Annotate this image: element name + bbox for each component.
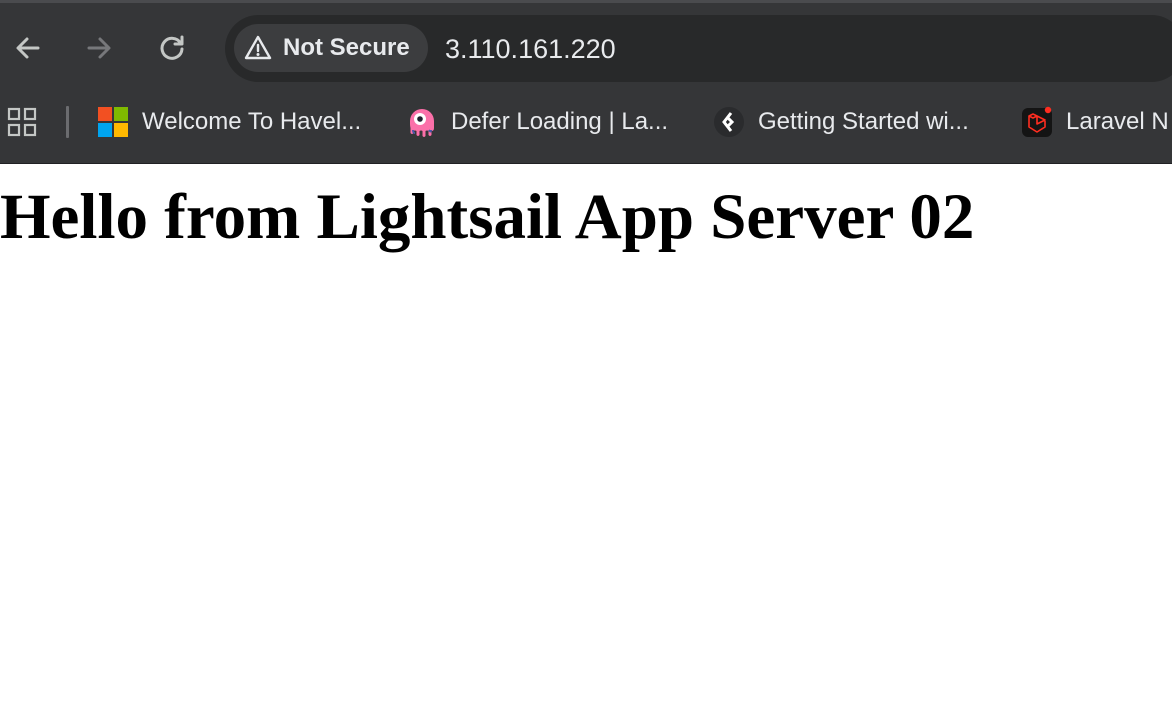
browser-toolbar: Not Secure 3.110.161.220 Welcome To Have… xyxy=(0,0,1172,164)
bookmarks-bar: Welcome To Havel... Defer Loading | La..… xyxy=(0,92,1172,152)
page-heading: Hello from Lightsail App Server 02 xyxy=(0,181,975,253)
bookmark-item-getting-started[interactable]: Getting Started wi... xyxy=(713,102,969,142)
security-chip[interactable]: Not Secure xyxy=(234,24,428,72)
bookmark-label: Laravel N xyxy=(1066,108,1169,135)
warning-triangle-icon xyxy=(244,35,272,60)
microsoft-logo-icon xyxy=(98,107,128,137)
bookmarks-divider xyxy=(66,106,69,138)
tab-strip-edge xyxy=(0,0,1172,3)
reload-icon xyxy=(160,35,184,60)
diamond-chevron-icon xyxy=(714,107,744,137)
bookmark-item-havel[interactable]: Welcome To Havel... xyxy=(97,102,361,142)
bookmark-item-laravel[interactable]: Laravel N xyxy=(1021,102,1169,142)
livewire-logo-icon xyxy=(410,109,434,137)
bookmark-label: Welcome To Havel... xyxy=(142,108,362,135)
back-button[interactable] xyxy=(10,30,46,66)
url-text[interactable]: 3.110.161.220 xyxy=(445,33,616,65)
reload-button[interactable] xyxy=(154,30,190,66)
address-bar[interactable]: Not Secure 3.110.161.220 xyxy=(225,15,1172,82)
arrow-left-icon xyxy=(16,37,40,59)
bookmark-label: Getting Started wi... xyxy=(758,108,969,135)
laravel-logo-icon xyxy=(1022,106,1052,137)
security-label: Not Secure xyxy=(283,34,410,61)
forward-button[interactable] xyxy=(81,30,117,66)
bookmark-label: Defer Loading | La... xyxy=(451,108,669,135)
arrow-right-icon xyxy=(87,37,111,59)
bookmark-item-defer-loading[interactable]: Defer Loading | La... xyxy=(406,102,668,142)
apps-grid-icon[interactable] xyxy=(7,107,37,137)
